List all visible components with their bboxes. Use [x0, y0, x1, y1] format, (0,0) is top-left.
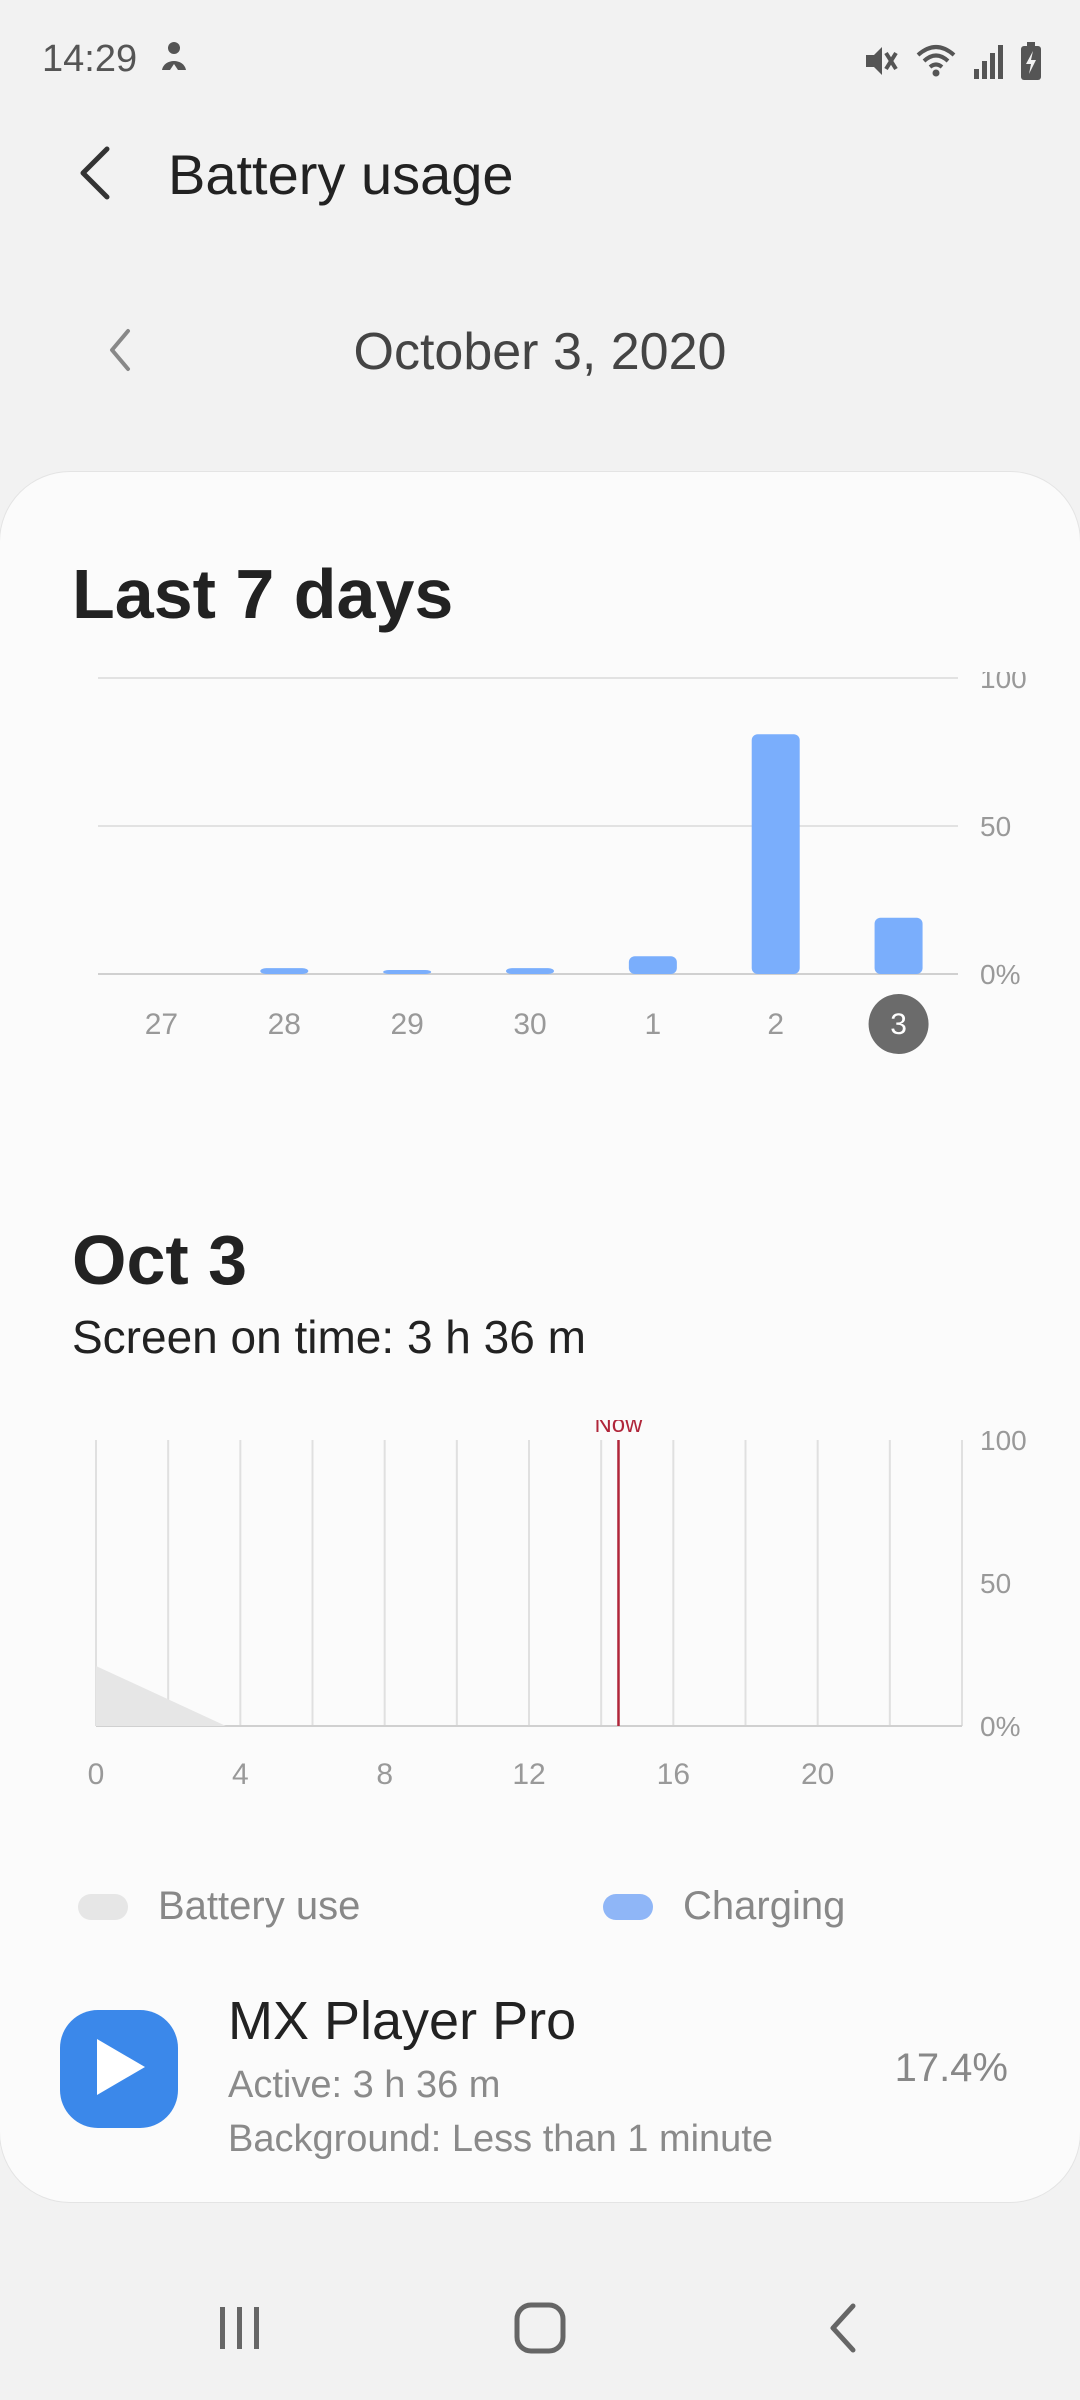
bar [506, 968, 554, 974]
bar [383, 970, 432, 974]
bar [628, 956, 677, 974]
y-tick-label: 50 [980, 811, 1011, 842]
recent-apps-button[interactable] [190, 2290, 290, 2370]
x-tick-label: 16 [657, 1758, 690, 1791]
chevron-left-icon [75, 145, 115, 206]
legend-battery-use: Battery use [78, 1884, 360, 1929]
back-button[interactable] [60, 140, 130, 210]
y-tick-label: 50 [980, 1568, 1011, 1599]
x-tick-label[interactable]: 3 [890, 1008, 907, 1041]
current-date: October 3, 2020 [353, 323, 727, 381]
x-tick-label[interactable]: 2 [767, 1008, 784, 1041]
battery-charging-icon [1020, 41, 1042, 81]
bar [874, 917, 923, 974]
battery-use-area [96, 1665, 226, 1726]
x-tick-label[interactable]: 28 [268, 1008, 301, 1041]
page-title: Battery usage [168, 143, 514, 206]
back-icon [825, 2300, 861, 2361]
mute-icon [860, 41, 900, 81]
y-tick-label: 0% [980, 1711, 1020, 1742]
legend-swatch-battery-use [78, 1893, 128, 1920]
status-time: 14:29 [42, 38, 138, 80]
x-tick-label: 12 [512, 1758, 545, 1791]
app-battery-percent: 17.4% [894, 2046, 1008, 2090]
recent-apps-icon [215, 2303, 265, 2358]
x-tick-label: 4 [232, 1758, 249, 1791]
accessibility-figure-icon [158, 40, 190, 76]
wifi-icon [914, 41, 958, 81]
app-active-time: Active: 3 h 36 m [228, 2064, 501, 2106]
app-background-time: Background: Less than 1 minute [228, 2118, 774, 2160]
x-tick-label[interactable]: 1 [645, 1008, 662, 1041]
y-tick-label: 100 [980, 672, 1027, 694]
x-tick-label: 20 [801, 1758, 834, 1791]
y-tick-label: 100 [980, 1425, 1027, 1456]
play-icon [89, 2035, 149, 2104]
legend-label: Charging [683, 1884, 846, 1928]
home-button[interactable] [490, 2290, 590, 2370]
app-name: MX Player Pro [228, 1991, 577, 2051]
x-tick-label: 8 [376, 1758, 393, 1791]
screen-on-time: Screen on time: 3 h 36 m [72, 1311, 586, 1363]
app-usage-row[interactable]: MX Player Pro Active: 3 h 36 m Backgroun… [0, 1970, 1080, 2190]
x-tick-label: 0 [88, 1758, 105, 1791]
bar [260, 968, 309, 974]
status-bar: 14:29 [0, 0, 1080, 120]
signal-icon [972, 41, 1006, 81]
battery-card: Last 7 days 100 50 0% 27 28 29 30 1 2 3 Oct 3 Scr… [0, 472, 1080, 2202]
weekly-section-title: Last 7 days [72, 555, 454, 633]
status-icons [860, 38, 1042, 84]
now-label: Now [594, 1420, 643, 1438]
legend-label: Battery use [158, 1884, 361, 1928]
daily-area-chart: 100 50 0% 0 4 8 12 16 20 Now [88, 1420, 1027, 1791]
date-navigator: October 3, 2020 [0, 310, 1080, 390]
app-bar: Battery usage [0, 120, 1080, 230]
legend-swatch-charging [603, 1893, 653, 1920]
weekly-bar-chart: 100 50 0% 27 28 29 30 1 2 3 [98, 672, 1027, 1054]
x-tick-label[interactable]: 30 [513, 1008, 546, 1041]
home-icon [512, 2300, 568, 2361]
system-back-button[interactable] [793, 2290, 893, 2370]
navigation-bar [0, 2260, 1080, 2400]
daily-section-title: Oct 3 [72, 1221, 248, 1299]
x-tick-label[interactable]: 27 [145, 1008, 178, 1041]
y-tick-label: 0% [980, 959, 1020, 990]
bar [751, 734, 800, 974]
mx-player-app-icon [60, 2010, 178, 2128]
x-tick-label[interactable]: 29 [390, 1008, 423, 1041]
legend-charging: Charging [603, 1884, 845, 1929]
